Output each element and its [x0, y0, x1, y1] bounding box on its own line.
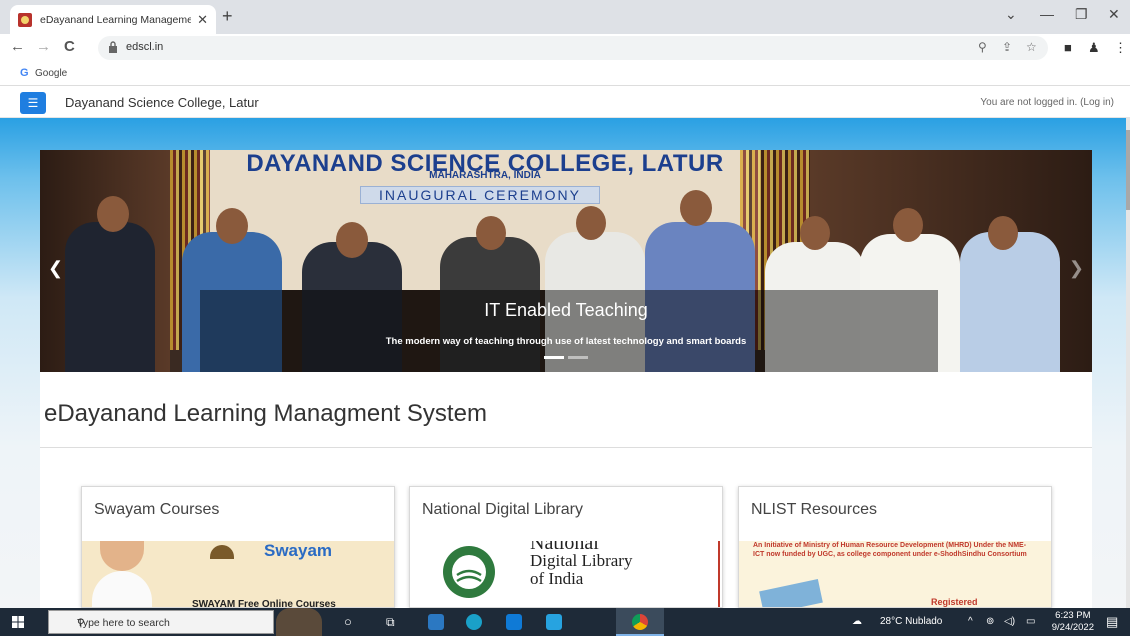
carousel-indicator[interactable] [568, 356, 588, 359]
site-name-link[interactable]: Dayanand Science College, Latur [65, 95, 259, 110]
windows-start-icon[interactable] [12, 616, 24, 628]
tray-chevron-icon[interactable]: ^ [968, 616, 973, 627]
google-icon: G [20, 67, 29, 79]
nlist-info-text: An Initiative of Ministry of Human Resou… [753, 542, 1027, 558]
windows-taskbar: ⚲ Type here to search ○ ⧉ ☁ 28°C Nublado… [0, 608, 1130, 636]
hamburger-icon: ☰ [27, 96, 39, 110]
edge-icon[interactable] [466, 614, 482, 630]
image-carousel: DAYANAND SCIENCE COLLEGE, LATUR MAHARASH… [40, 150, 1092, 372]
card-swayam-courses[interactable]: Swayam Courses Swayam SWAYAM Free Online… [81, 486, 395, 608]
browser-tab[interactable]: eDayanand Learning Managemen ✕ [10, 5, 216, 34]
extensions-icon[interactable]: ■ [1064, 40, 1072, 55]
close-window-icon[interactable]: ✕ [1108, 6, 1120, 23]
page-heading-card: eDayanand Learning Managment System [40, 372, 1092, 448]
bookmark-star-icon[interactable]: ☆ [1026, 40, 1037, 54]
card-title[interactable]: National Digital Library [422, 501, 583, 519]
share-icon[interactable]: ⇪ [1002, 40, 1012, 54]
emblem-icon [210, 545, 234, 559]
login-link[interactable]: (Log in) [1080, 97, 1114, 108]
menu-kebab-icon[interactable]: ⋮ [1114, 40, 1127, 56]
tab-search-icon[interactable]: ⌄ [1005, 6, 1017, 23]
file-explorer-icon[interactable] [428, 614, 444, 630]
keyboard-icon [759, 579, 823, 607]
person-photo [100, 541, 144, 571]
nlist-image[interactable]: An Initiative of Ministry of Human Resou… [739, 541, 1051, 607]
volume-icon[interactable]: ◁) [1004, 616, 1015, 627]
bookmark-google[interactable]: Google [35, 68, 67, 79]
person-head [680, 190, 712, 226]
carousel-indicator[interactable] [544, 356, 564, 359]
address-bar[interactable]: edscl.in ⚲ ⇪ ☆ [98, 36, 1048, 60]
carousel-caption-text: The modern way of teaching through use o… [385, 336, 747, 347]
carousel-prev-icon[interactable]: ❮ [48, 258, 63, 279]
ndl-logo-subtext: of India [530, 569, 584, 588]
close-tab-icon[interactable]: ✕ [197, 12, 208, 28]
menu-toggle-button[interactable]: ☰ [20, 92, 46, 114]
person-head [988, 216, 1018, 250]
site-navbar: ☰ Dayanand Science College, Latur You ar… [0, 86, 1130, 118]
url-text: edscl.in [126, 41, 164, 53]
carousel-caption-title: IT Enabled Teaching [484, 300, 648, 320]
ndl-image[interactable]: National Digital Library of India [410, 541, 722, 607]
notifications-icon[interactable]: ▤ [1106, 614, 1118, 630]
forward-icon[interactable]: → [36, 38, 51, 55]
chrome-taskbar-button[interactable] [616, 608, 664, 636]
restore-icon[interactable]: ❐ [1075, 6, 1088, 23]
taskbar-clock[interactable]: 6:23 PM 9/24/2022 [1052, 610, 1094, 634]
chrome-icon [632, 614, 648, 630]
banner-subtitle: MAHARASHTRA, INDIA [429, 170, 541, 181]
login-status-text: You are not logged in. [980, 97, 1078, 108]
ndl-logo-icon [443, 546, 495, 598]
person-head [800, 216, 830, 250]
person-head [476, 216, 506, 250]
person-figure [65, 222, 155, 372]
ndl-logo-subtext: Digital Library [530, 551, 633, 570]
profile-icon[interactable]: ♟ [1088, 40, 1100, 56]
login-info: You are not logged in. (Log in) [980, 97, 1114, 108]
search-highlight-image[interactable] [276, 608, 322, 636]
person-head [216, 208, 248, 244]
person-head [97, 196, 129, 232]
registered-label: Registered [931, 597, 978, 607]
battery-icon[interactable]: ▭ [1026, 616, 1035, 627]
card-title[interactable]: Swayam Courses [94, 501, 219, 519]
scrollbar-thumb[interactable] [1126, 130, 1130, 210]
site-favicon-icon [18, 12, 32, 27]
back-icon[interactable]: ← [10, 38, 25, 55]
tab-title: eDayanand Learning Managemen [40, 13, 192, 26]
bookmarks-bar: G Google [0, 62, 1130, 86]
banner-ceremony: INAUGURAL CEREMONY [360, 186, 600, 204]
mail-icon[interactable] [506, 614, 522, 630]
person-head [893, 208, 923, 242]
clock-time: 6:23 PM [1055, 610, 1091, 621]
divider [718, 541, 720, 607]
swayam-caption: SWAYAM Free Online Courses [192, 599, 336, 608]
browser-toolbar: ← → C edscl.in ⚲ ⇪ ☆ ■ ♟ ⋮ [0, 34, 1130, 62]
search-placeholder: Type here to search [77, 617, 170, 629]
card-nlist-resources[interactable]: NLIST Resources An Initiative of Ministr… [738, 486, 1052, 608]
network-icon[interactable]: ⊚ [986, 616, 994, 627]
page-title: eDayanand Learning Managment System [44, 400, 487, 427]
cortana-icon[interactable]: ○ [344, 614, 360, 630]
weather-icon: ☁ [852, 616, 862, 627]
task-view-icon[interactable]: ⧉ [386, 615, 402, 631]
person-photo [92, 571, 152, 607]
store-icon[interactable] [546, 614, 562, 630]
browser-tab-strip: eDayanand Learning Managemen ✕ + ⌄ — ❐ ✕ [0, 0, 1130, 34]
swayam-logo-text: Swayam [264, 541, 333, 560]
zoom-icon[interactable]: ⚲ [978, 40, 987, 54]
weather-text[interactable]: 28°C Nublado [880, 616, 942, 627]
swayam-image[interactable]: Swayam SWAYAM Free Online Courses [82, 541, 394, 608]
minimize-icon[interactable]: — [1040, 6, 1054, 22]
person-head [336, 222, 368, 258]
card-title[interactable]: NLIST Resources [751, 501, 877, 519]
card-national-digital-library[interactable]: National Digital Library National Digita… [409, 486, 723, 608]
reload-icon[interactable]: C [64, 38, 75, 55]
new-tab-icon[interactable]: + [222, 6, 233, 27]
carousel-next-icon[interactable]: ❯ [1069, 258, 1084, 279]
taskbar-search-input[interactable]: ⚲ Type here to search [48, 610, 274, 634]
clock-date: 9/24/2022 [1051, 622, 1094, 633]
lock-icon [109, 41, 117, 53]
person-head [576, 206, 606, 240]
